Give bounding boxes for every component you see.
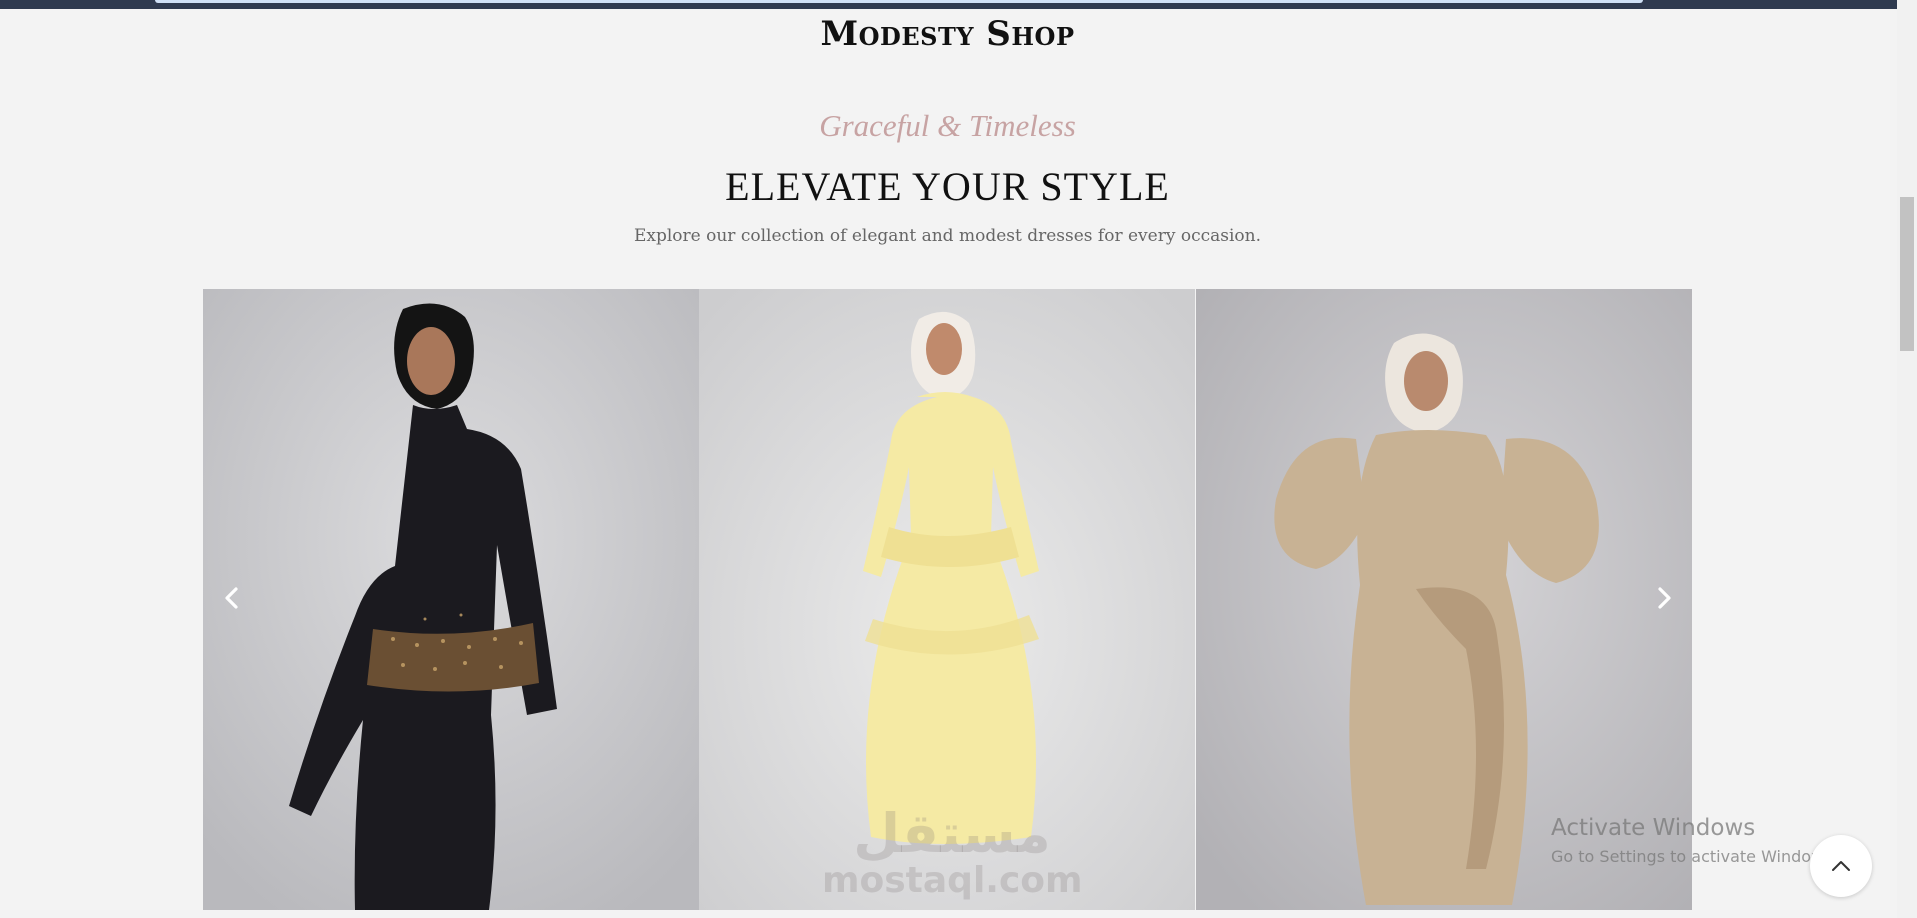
scrollbar-thumb[interactable] bbox=[1900, 197, 1914, 351]
brand-title[interactable]: Modesty Shop bbox=[0, 14, 1895, 54]
scroll-to-top-button[interactable] bbox=[1810, 835, 1872, 897]
hero-subline: Explore our collection of elegant and mo… bbox=[633, 226, 1262, 246]
carousel-next-button[interactable] bbox=[1644, 578, 1684, 618]
model-photo-black-dress bbox=[203, 289, 699, 910]
chevron-up-icon bbox=[1832, 861, 1850, 871]
carousel-slide-black-dress[interactable] bbox=[203, 289, 699, 910]
activate-windows-title: Activate Windows bbox=[1551, 815, 1756, 841]
model-photo-yellow-dress bbox=[699, 289, 1195, 910]
carousel-slide-yellow-dress[interactable] bbox=[699, 289, 1195, 910]
chevron-right-icon bbox=[1658, 587, 1671, 609]
activate-windows-overlay: Activate Windows Go to Settings to activ… bbox=[1551, 815, 1838, 866]
carousel-prev-button[interactable] bbox=[212, 578, 252, 618]
top-bar-highlight bbox=[155, 0, 1643, 3]
chevron-left-icon bbox=[225, 587, 238, 609]
hero-headline: ELEVATE YOUR STYLE bbox=[725, 164, 1170, 209]
page-scrollbar[interactable] bbox=[1897, 0, 1917, 918]
hero-eyebrow: Graceful & Timeless bbox=[819, 108, 1076, 143]
product-carousel bbox=[203, 289, 1692, 910]
activate-windows-subtitle: Go to Settings to activate Windows. bbox=[1551, 847, 1838, 866]
browser-top-bar bbox=[0, 0, 1917, 9]
